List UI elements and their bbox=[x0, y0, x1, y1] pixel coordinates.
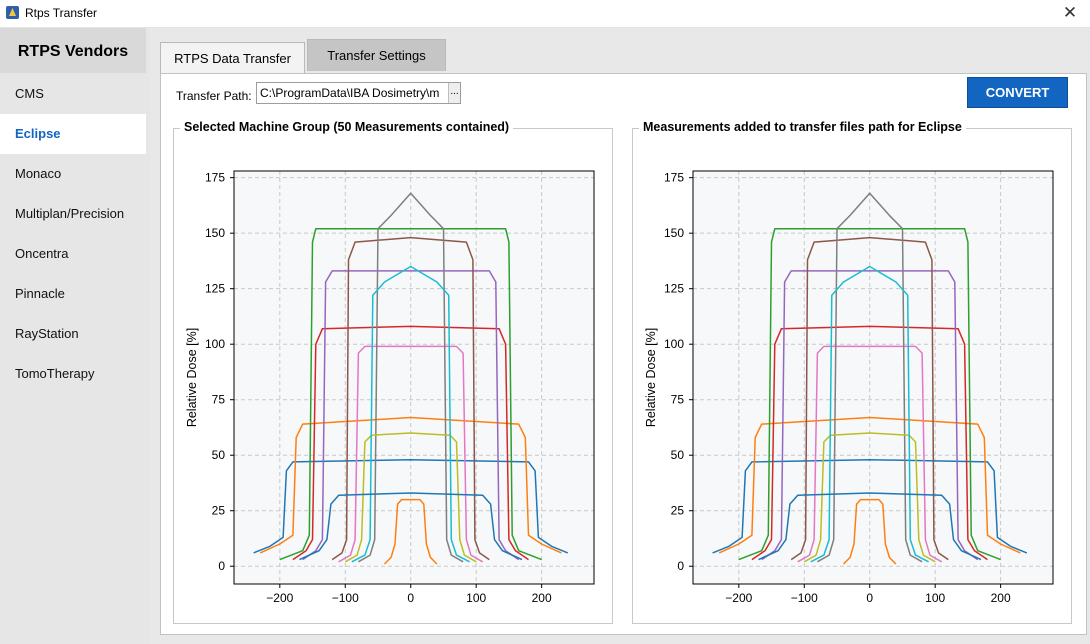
dose-profile-chart-selected: −200 −100 0 100 200 0 25 50 75 100 125 150 175 Relati… bbox=[185, 170, 595, 605]
browse-button[interactable]: ... bbox=[448, 83, 460, 103]
convert-button[interactable]: CONVERT bbox=[967, 77, 1068, 108]
x-tick-label: 200 bbox=[532, 591, 552, 605]
tab-rtps-data-transfer[interactable]: RTPS Data Transfer bbox=[160, 42, 305, 74]
sidebar-item-pinnacle[interactable]: Pinnacle bbox=[0, 275, 146, 313]
y-tick-label: 150 bbox=[664, 226, 684, 240]
x-tick-label: 200 bbox=[991, 591, 1011, 605]
app-logo-icon bbox=[6, 6, 19, 19]
sidebar-item-multiplan-precision[interactable]: Multiplan/Precision bbox=[0, 195, 146, 233]
close-button[interactable]: ✕ bbox=[1050, 0, 1090, 27]
y-tick-label: 50 bbox=[671, 448, 685, 462]
y-tick-label: 50 bbox=[212, 448, 226, 462]
x-tick-label: 100 bbox=[925, 591, 945, 605]
main-content: RTPS Data Transfer Transfer Settings Tra… bbox=[150, 28, 1090, 644]
title-bar: Rtps Transfer ✕ bbox=[0, 0, 1090, 28]
selected-machine-group-box: Selected Machine Group (50 Measurements … bbox=[173, 120, 613, 624]
y-tick-label: 0 bbox=[218, 559, 225, 573]
sidebar-item-tomotherapy[interactable]: TomoTherapy bbox=[0, 355, 146, 393]
window-title: Rtps Transfer bbox=[25, 6, 98, 20]
y-tick-label: 25 bbox=[212, 504, 226, 518]
sidebar-item-monaco[interactable]: Monaco bbox=[0, 155, 146, 193]
y-tick-label: 0 bbox=[677, 559, 684, 573]
y-tick-label: 125 bbox=[205, 282, 225, 296]
y-axis-label: Relative Dose [%] bbox=[185, 328, 199, 427]
x-tick-label: −200 bbox=[266, 591, 293, 605]
x-tick-label: 0 bbox=[866, 591, 873, 605]
dose-profile-chart-transfer: −200 −100 0 100 200 0 25 50 75 100 125 150 175 Relati… bbox=[644, 170, 1054, 605]
y-tick-label: 125 bbox=[664, 282, 684, 296]
y-tick-label: 75 bbox=[212, 393, 226, 407]
sidebar-item-raystation[interactable]: RayStation bbox=[0, 315, 146, 353]
y-tick-label: 175 bbox=[664, 171, 684, 185]
sidebar-item-cms[interactable]: CMS bbox=[0, 75, 146, 113]
plot-area bbox=[693, 171, 1053, 584]
y-tick-label: 75 bbox=[671, 393, 685, 407]
transfer-measurements-group-box: Measurements added to transfer files pat… bbox=[632, 120, 1072, 624]
y-tick-label: 150 bbox=[205, 226, 225, 240]
y-tick-label: 175 bbox=[205, 171, 225, 185]
sidebar-item-oncentra[interactable]: Oncentra bbox=[0, 235, 146, 273]
x-tick-label: −100 bbox=[791, 591, 818, 605]
y-tick-label: 25 bbox=[671, 504, 685, 518]
x-tick-label: 0 bbox=[407, 591, 414, 605]
sidebar-item-eclipse[interactable]: Eclipse bbox=[0, 114, 146, 154]
transfer-panel: Transfer Path: ... CONVERT Selected Mach… bbox=[160, 73, 1087, 635]
transfer-path-input[interactable] bbox=[256, 82, 461, 104]
sidebar-header: RTPS Vendors bbox=[0, 28, 146, 73]
transfer-path-label: Transfer Path: bbox=[176, 89, 252, 103]
x-tick-label: −100 bbox=[332, 591, 359, 605]
y-tick-label: 100 bbox=[205, 337, 225, 351]
vendor-sidebar: RTPS Vendors CMS Eclipse Monaco Multipla… bbox=[0, 28, 150, 644]
x-tick-label: −200 bbox=[725, 591, 752, 605]
plot-area bbox=[234, 171, 594, 584]
x-tick-label: 100 bbox=[466, 591, 486, 605]
tab-transfer-settings[interactable]: Transfer Settings bbox=[307, 39, 446, 71]
y-tick-label: 100 bbox=[664, 337, 684, 351]
y-axis-label: Relative Dose [%] bbox=[644, 328, 658, 427]
